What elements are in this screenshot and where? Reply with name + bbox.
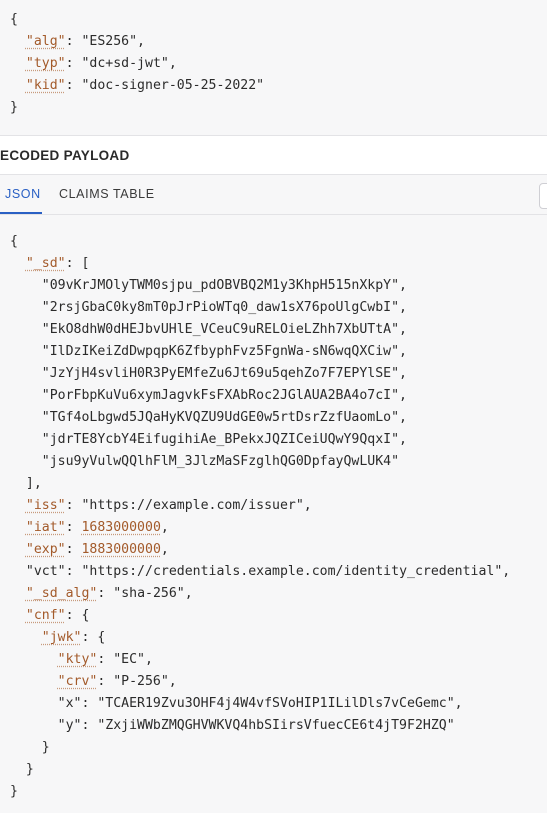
sd-digest: "09vKrJMOlyTWM0sjpu_pdOBVBQ2M1y3KhpH515n… [41,278,407,293]
json-key: "_sd_alg" [25,586,98,601]
json-key: "typ" [25,56,66,71]
json-key: "kty" [57,652,98,667]
claim-iat: "iat": 1683000000, [25,520,169,535]
sd-digest: "TGf4oLbgwd5JQaHyKVQZU9UdGE0w5rtDsrZzfUa… [41,410,407,425]
json-key: "exp" [25,542,66,557]
cnf-close: } [25,762,34,777]
claim-sd-alg: "_sd_alg": "sha-256", [25,586,193,601]
claim-cnf-open: "cnf": { [25,608,90,623]
brace-close: } [10,100,18,115]
jwk-field-x: "x": "TCAER19Zvu3OHF4j4W4vfSVoHIP1ILilDl… [57,696,463,711]
header-field-typ: "typ": "dc+sd-jwt", [25,56,177,71]
brace-open: { [10,12,18,27]
json-value: "doc-signer-05-25-2022" [81,78,265,93]
sd-digest: "jsu9yVulwQQlhFlM_3JlzMaSFzglhQG0DpfayQw… [41,454,400,469]
json-key: "kid" [25,78,66,93]
active-tab-indicator [0,212,42,214]
claim-iss: "iss": "https://example.com/issuer", [25,498,312,513]
jwk-close: } [41,740,50,755]
json-key: "cnf" [25,608,66,623]
json-key: "y" [57,718,82,733]
copy-button[interactable] [539,183,547,209]
payload-view-tabs: JSON CLAIMS TABLE [0,175,547,215]
claim-exp: "exp": 1883000000, [25,542,169,557]
timestamp-value[interactable]: 1883000000 [81,542,160,557]
sd-digest: "2rsjGbaC0ky8mT0pJrPioWTq0_daw1sX76poUlg… [41,300,407,315]
json-key: "_sd" [25,256,66,271]
sd-digest: "JzYjH4svliH0R3PyEMfeZu6Jt69u5qehZo7F7EP… [41,366,407,381]
json-key: "vct" [25,564,66,579]
section-title: DECODED PAYLOAD [0,148,130,163]
brace-close: } [10,784,18,799]
sd-array-close: ], [25,476,42,491]
json-key: "alg" [25,34,66,49]
json-key: "crv" [57,674,98,689]
decoded-payload-header: DECODED PAYLOAD [0,135,547,175]
sd-digest: "IlDzIKeiZdDwpqpK6ZfbyphFvz5FgnWa-sN6wqQ… [41,344,407,359]
json-key: "jwk" [41,630,82,645]
timestamp-value[interactable]: 1683000000 [81,520,160,535]
tab-json[interactable]: JSON [5,175,41,214]
jwk-field-y: "y": "ZxjiWWbZMQGHVWKVQ4hbSIirsVfuecCE6t… [57,718,455,733]
sd-digest: "PorFbpKuVu6xymJagvkFsFXAbRoc2JGlAUA2BA4… [41,388,407,403]
jwk-open: "jwk": { [41,630,106,645]
sd-digest: "jdrTE8YcbY4EifugihiAe_BPekxJQZICeiUQwY9… [41,432,407,447]
json-key: "x" [57,696,82,711]
sd-digest: "EkO8dhW0dHEJbvUHlE_VCeuC9uRELOieLZhh7Xb… [41,322,407,337]
header-field-alg: "alg": "ES256", [25,34,146,49]
tab-claims-table[interactable]: CLAIMS TABLE [59,175,155,214]
json-value: "dc+sd-jwt", [81,56,177,71]
claim-vct: "vct": "https://credentials.example.com/… [25,564,511,579]
json-value: "ES256", [81,34,146,49]
jwk-field-kty: "kty": "EC", [57,652,153,667]
json-key: "iss" [25,498,66,513]
json-key: "iat" [25,520,66,535]
jwk-field-crv: "crv": "P-256", [57,674,177,689]
sd-array-open: "_sd": [ [25,256,90,271]
jwt-header-json: { "alg": "ES256", "typ": "dc+sd-jwt", "k… [0,0,547,135]
header-field-kid: "kid": "doc-signer-05-25-2022" [25,78,265,93]
brace-open: { [10,234,18,249]
jwt-payload-json: { "_sd": [ "09vKrJMOlyTWM0sjpu_pdOBVBQ2M… [0,215,547,813]
